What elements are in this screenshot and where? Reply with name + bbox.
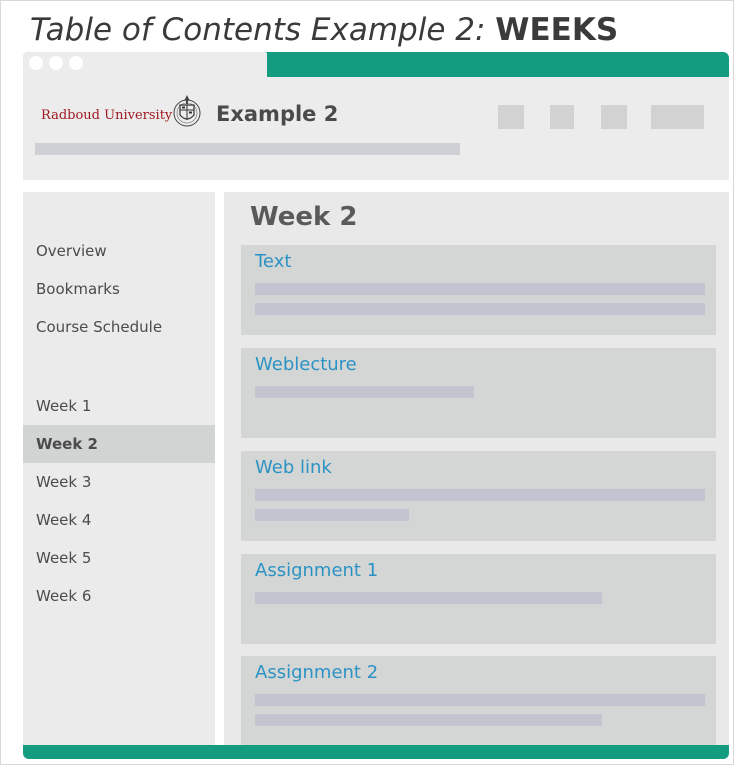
card-title-link[interactable]: Weblecture bbox=[255, 354, 357, 375]
heading-italic: Table of Contents Example 2: bbox=[30, 12, 486, 48]
text-placeholder-line bbox=[255, 509, 409, 521]
breadcrumb-placeholder bbox=[35, 143, 460, 155]
text-placeholder-line bbox=[255, 303, 705, 315]
content-card-text: Text bbox=[241, 245, 716, 335]
heading-bold: WEEKS bbox=[495, 12, 619, 48]
sidebar-item-course-schedule[interactable]: Course Schedule bbox=[23, 308, 215, 346]
browser-tab[interactable] bbox=[23, 52, 267, 77]
text-placeholder-line bbox=[255, 283, 705, 295]
sidebar-item-week-3[interactable]: Week 3 bbox=[23, 463, 215, 501]
sidebar-item-week-6[interactable]: Week 6 bbox=[23, 577, 215, 615]
header-button[interactable] bbox=[498, 105, 524, 129]
sidebar-item-week-2[interactable]: Week 2 bbox=[23, 425, 215, 463]
sidebar-item-overview[interactable]: Overview bbox=[23, 232, 215, 270]
content-card-weblecture: Weblecture bbox=[241, 348, 716, 438]
window-dot-icon bbox=[29, 56, 43, 70]
window-dot-icon bbox=[69, 56, 83, 70]
page-heading: Table of Contents Example 2: WEEKS bbox=[30, 12, 618, 48]
app-title: Example 2 bbox=[216, 102, 339, 126]
sidebar-item-bookmarks[interactable]: Bookmarks bbox=[23, 270, 215, 308]
header-button[interactable] bbox=[550, 105, 574, 129]
text-placeholder-line bbox=[255, 694, 705, 706]
university-crest-icon bbox=[173, 95, 201, 127]
text-placeholder-line bbox=[255, 489, 705, 501]
sidebar-item-week-4[interactable]: Week 4 bbox=[23, 501, 215, 539]
window-dot-icon bbox=[49, 56, 63, 70]
page-title: Week 2 bbox=[250, 202, 358, 232]
content-card-assignment-2: Assignment 2 bbox=[241, 656, 716, 745]
card-title-link[interactable]: Web link bbox=[255, 457, 332, 478]
text-placeholder-line bbox=[255, 592, 602, 604]
sidebar-item-week-5[interactable]: Week 5 bbox=[23, 539, 215, 577]
text-placeholder-line bbox=[255, 714, 602, 726]
title-bar bbox=[23, 52, 729, 77]
content-card-web-link: Web link bbox=[241, 451, 716, 541]
browser-window: Radboud University Example 2 Overview Bo… bbox=[23, 52, 729, 759]
pane-divider bbox=[215, 192, 224, 745]
site-header: Radboud University Example 2 bbox=[23, 77, 729, 180]
card-title-link[interactable]: Assignment 2 bbox=[255, 662, 378, 683]
text-placeholder-line bbox=[255, 386, 474, 398]
header-button[interactable] bbox=[651, 105, 704, 129]
card-title-link[interactable]: Text bbox=[255, 251, 291, 272]
university-logo-text[interactable]: Radboud University bbox=[41, 108, 172, 123]
header-divider bbox=[23, 180, 729, 192]
card-title-link[interactable]: Assignment 1 bbox=[255, 560, 378, 581]
content-card-assignment-1: Assignment 1 bbox=[241, 554, 716, 644]
sidebar-item-week-1[interactable]: Week 1 bbox=[23, 387, 215, 425]
content-area: Week 2 Text Weblecture Web link Assignme… bbox=[224, 192, 729, 745]
sidebar: Overview Bookmarks Course Schedule Week … bbox=[23, 192, 215, 745]
footer-bar bbox=[23, 745, 729, 759]
header-button[interactable] bbox=[601, 105, 627, 129]
